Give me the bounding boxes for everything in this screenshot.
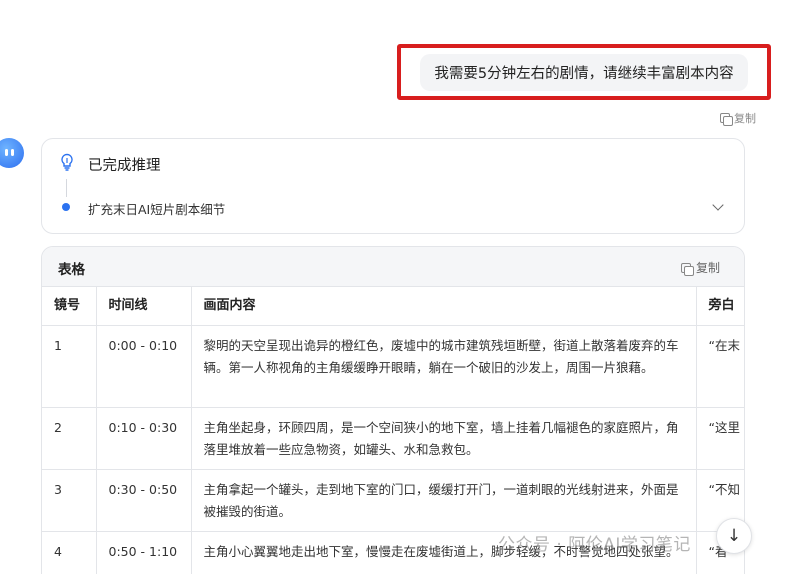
column-header-shot: 镜号 [42, 287, 97, 326]
user-message-copy-button[interactable]: 复制 [720, 110, 756, 126]
cell-shot: 3 [42, 469, 97, 532]
cell-time: 0:50 - 1:10 [96, 531, 192, 574]
table-title: 表格 [58, 262, 85, 278]
user-message-highlight: 我需要5分钟左右的剧情，请继续丰富剧本内容 [397, 44, 771, 100]
table-header-bar: 表格 复制 [42, 247, 744, 287]
avatar-eye-right [11, 149, 14, 156]
column-header-time: 时间线 [96, 287, 192, 326]
table-row: 3 0:30 - 0:50 主角拿起一个罐头，走到地下室的门口，缓缓打开门，一道… [42, 469, 744, 532]
table-header-row: 镜号 时间线 画面内容 旁白 [42, 287, 744, 326]
table-row: 2 0:10 - 0:30 主角坐起身，环顾四周，是一个空间狭小的地下室，墙上挂… [42, 407, 744, 470]
cell-shot: 2 [42, 407, 97, 470]
table-card: 表格 复制 镜号 时间线 画面内容 旁白 1 0:00 - 0:10 黎明的天空… [41, 246, 745, 574]
cell-time: 0:00 - 0:10 [96, 325, 192, 408]
table-copy-button[interactable]: 复制 [680, 259, 720, 276]
cell-shot: 4 [42, 531, 97, 574]
chevron-down-icon[interactable] [712, 199, 724, 211]
chat-page: 我需要5分钟左右的剧情，请继续丰富剧本内容 复制 已完成推理 扩充末日AI短片剧… [0, 0, 792, 574]
scroll-to-bottom-button[interactable]: ↓ [716, 518, 752, 554]
reasoning-panel[interactable]: 已完成推理 扩充末日AI短片剧本细节 [41, 138, 745, 234]
reasoning-step: 扩充末日AI短片剧本细节 [88, 202, 226, 217]
table-row: 1 0:00 - 0:10 黎明的天空呈现出诡异的橙红色，废墟中的城市建筑残垣断… [42, 325, 744, 408]
cell-time: 0:30 - 0:50 [96, 469, 192, 532]
assistant-avatar [0, 138, 24, 168]
cell-narration: “在末 [696, 325, 744, 408]
watermark: 公众号 · 阿伦AI学习笔记 [498, 535, 691, 555]
copy-icon [680, 262, 694, 276]
cell-shot: 1 [42, 325, 97, 408]
cell-time: 0:10 - 0:30 [96, 407, 192, 470]
column-header-scene: 画面内容 [191, 287, 697, 326]
avatar-eye-left [5, 149, 8, 156]
step-dot [62, 203, 70, 211]
user-message-bubble: 我需要5分钟左右的剧情，请继续丰富剧本内容 [420, 53, 748, 91]
column-header-narration: 旁白 [696, 287, 744, 326]
cell-scene: 主角坐起身，环顾四周，是一个空间狭小的地下室，墙上挂着几幅褪色的家庭照片，角落里… [191, 407, 697, 470]
copy-label: 复制 [734, 112, 756, 125]
timeline-line [66, 179, 67, 197]
reasoning-title: 已完成推理 [88, 158, 161, 174]
cell-scene: 黎明的天空呈现出诡异的橙红色，废墟中的城市建筑残垣断壁，街道上散落着废弃的车辆。… [191, 325, 697, 408]
arrow-down-icon: ↓ [726, 526, 742, 546]
lightbulb-icon [61, 153, 73, 171]
copy-label: 复制 [695, 261, 720, 275]
cell-narration: “这里 [696, 407, 744, 470]
cell-scene: 主角拿起一个罐头，走到地下室的门口，缓缓打开门，一道刺眼的光线射进来，外面是被摧… [191, 469, 697, 532]
copy-icon [720, 113, 733, 126]
